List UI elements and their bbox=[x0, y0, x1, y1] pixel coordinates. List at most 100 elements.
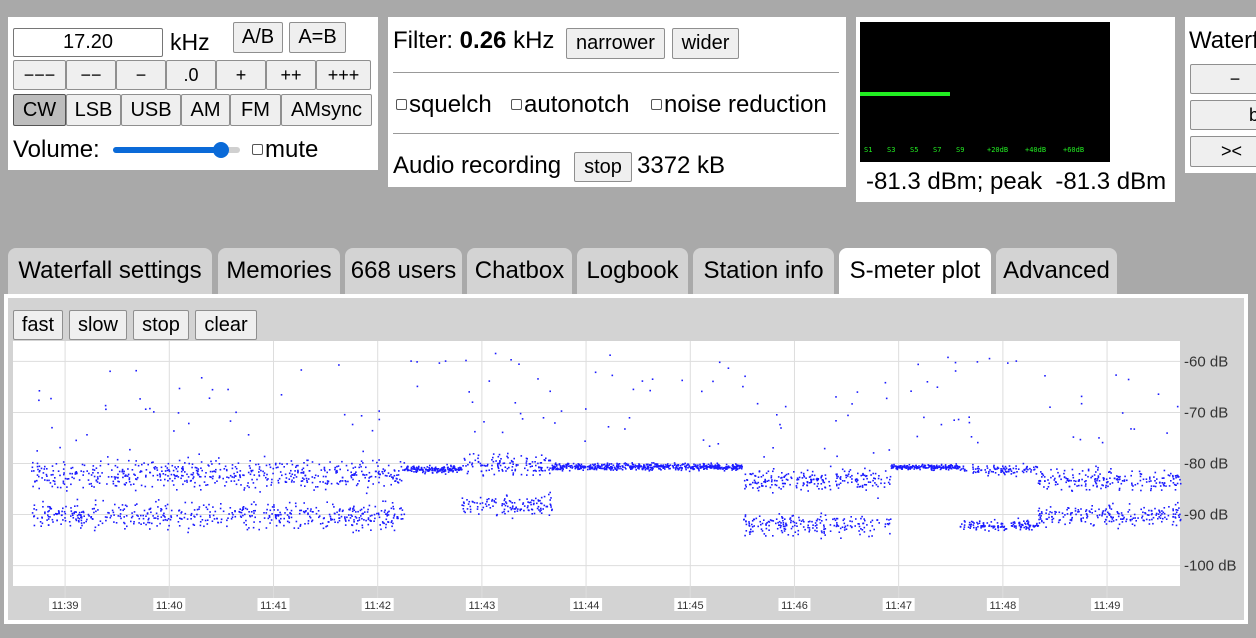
data-point bbox=[353, 505, 355, 508]
data-point bbox=[191, 463, 194, 465]
data-point bbox=[377, 512, 380, 515]
data-point bbox=[94, 499, 97, 502]
plot-slow-button[interactable]: slow bbox=[69, 310, 127, 340]
data-point bbox=[286, 508, 289, 511]
data-point bbox=[437, 470, 439, 472]
smeter-scale: S1 S3 S5 S7 S9 +20dB +40dB +60dB bbox=[860, 146, 1110, 158]
squelch-toggle[interactable]: squelch bbox=[396, 91, 492, 119]
ab-button[interactable]: A/B bbox=[233, 22, 283, 53]
tab-memories[interactable]: Memories bbox=[218, 248, 340, 294]
tab-advanced[interactable]: Advanced bbox=[996, 248, 1117, 294]
data-point bbox=[171, 464, 174, 467]
mode-usb-button[interactable]: USB bbox=[121, 94, 181, 126]
data-point bbox=[687, 463, 690, 466]
step-down-medium-button[interactable]: −− bbox=[66, 60, 116, 90]
data-point bbox=[423, 466, 426, 469]
frequency-input[interactable] bbox=[13, 28, 163, 57]
step-up-large-button[interactable]: +++ bbox=[316, 60, 371, 90]
data-point bbox=[715, 467, 717, 470]
mode-fm-button[interactable]: FM bbox=[230, 94, 281, 126]
data-point bbox=[503, 503, 505, 505]
step-down-small-button[interactable]: − bbox=[116, 60, 166, 90]
data-point bbox=[360, 508, 363, 511]
data-point bbox=[954, 361, 957, 364]
data-point bbox=[361, 524, 364, 527]
mode-cw-button[interactable]: CW bbox=[13, 94, 66, 126]
data-point bbox=[259, 521, 261, 523]
data-point bbox=[267, 478, 269, 480]
autonotch-checkbox[interactable] bbox=[511, 99, 522, 111]
volume-thumb[interactable] bbox=[212, 142, 229, 158]
waterfall-b-button[interactable]: b bbox=[1190, 100, 1256, 130]
data-point bbox=[807, 524, 809, 527]
data-point bbox=[1026, 519, 1029, 522]
data-point bbox=[824, 474, 827, 476]
a-equals-b-button[interactable]: A=B bbox=[289, 22, 346, 53]
data-point bbox=[159, 522, 161, 525]
tab-s-meter-plot[interactable]: S-meter plot bbox=[839, 248, 991, 294]
data-point bbox=[119, 509, 122, 511]
mode-lsb-button[interactable]: LSB bbox=[66, 94, 121, 126]
data-point bbox=[184, 512, 187, 515]
mute-checkbox[interactable] bbox=[252, 144, 263, 156]
data-point bbox=[110, 476, 113, 478]
plot-stop-button[interactable]: stop bbox=[133, 310, 189, 340]
step-up-small-button[interactable]: + bbox=[216, 60, 266, 90]
step-up-medium-button[interactable]: ++ bbox=[266, 60, 316, 90]
autonotch-toggle[interactable]: autonotch bbox=[511, 91, 629, 119]
data-point bbox=[1101, 511, 1104, 514]
data-point bbox=[1127, 378, 1130, 381]
data-point bbox=[382, 468, 385, 470]
recording-stop-button[interactable]: stop bbox=[574, 152, 632, 182]
data-point bbox=[144, 485, 147, 488]
waterfall-swap-button[interactable]: >< bbox=[1190, 136, 1256, 167]
narrower-button[interactable]: narrower bbox=[566, 28, 665, 59]
squelch-checkbox[interactable] bbox=[396, 99, 407, 111]
data-point bbox=[196, 513, 198, 516]
tab-station-info[interactable]: Station info bbox=[693, 248, 834, 294]
noise-reduction-checkbox[interactable] bbox=[651, 99, 662, 111]
data-point bbox=[927, 464, 929, 466]
waterfall-minus-button[interactable]: − bbox=[1190, 64, 1256, 94]
data-point bbox=[38, 470, 41, 473]
plot-clear-button[interactable]: clear bbox=[195, 310, 257, 340]
data-point bbox=[590, 467, 592, 470]
mute-toggle[interactable]: mute bbox=[252, 136, 318, 164]
data-point bbox=[877, 485, 879, 488]
tab-chatbox[interactable]: Chatbox bbox=[467, 248, 572, 294]
data-point bbox=[297, 470, 299, 473]
wider-button[interactable]: wider bbox=[672, 28, 739, 59]
data-point bbox=[86, 518, 88, 521]
data-point bbox=[46, 479, 48, 482]
filter-label: Filter: bbox=[393, 27, 453, 54]
tab-waterfall-settings[interactable]: Waterfall settings bbox=[8, 248, 212, 294]
mode-am-button[interactable]: AM bbox=[181, 94, 230, 126]
data-point bbox=[1121, 412, 1124, 414]
step-down-large-button[interactable]: −−− bbox=[13, 60, 66, 90]
data-point bbox=[326, 471, 328, 474]
plot-fast-button[interactable]: fast bbox=[13, 310, 63, 340]
data-point bbox=[1095, 471, 1097, 473]
data-point bbox=[341, 480, 344, 482]
data-point bbox=[1159, 511, 1161, 514]
data-point bbox=[568, 469, 571, 472]
x-tick-label: 11:47 bbox=[885, 600, 912, 612]
data-point bbox=[138, 517, 141, 520]
data-point bbox=[1172, 516, 1174, 518]
data-point bbox=[385, 523, 387, 526]
mode-amsync-button[interactable]: AMsync bbox=[281, 94, 372, 126]
data-point bbox=[536, 507, 539, 510]
data-point bbox=[205, 484, 207, 486]
tab-logbook[interactable]: Logbook bbox=[577, 248, 688, 294]
data-point bbox=[391, 502, 394, 504]
data-point bbox=[705, 467, 707, 469]
volume-slider[interactable] bbox=[113, 141, 240, 159]
data-point bbox=[350, 471, 352, 474]
data-point bbox=[271, 513, 273, 515]
noise-reduction-toggle[interactable]: noise reduction bbox=[651, 91, 827, 119]
tab-users[interactable]: 668 users bbox=[345, 248, 462, 294]
data-point bbox=[209, 511, 211, 513]
round-frequency-button[interactable]: .0 bbox=[166, 60, 216, 90]
data-point bbox=[527, 505, 529, 507]
data-point bbox=[612, 464, 615, 467]
